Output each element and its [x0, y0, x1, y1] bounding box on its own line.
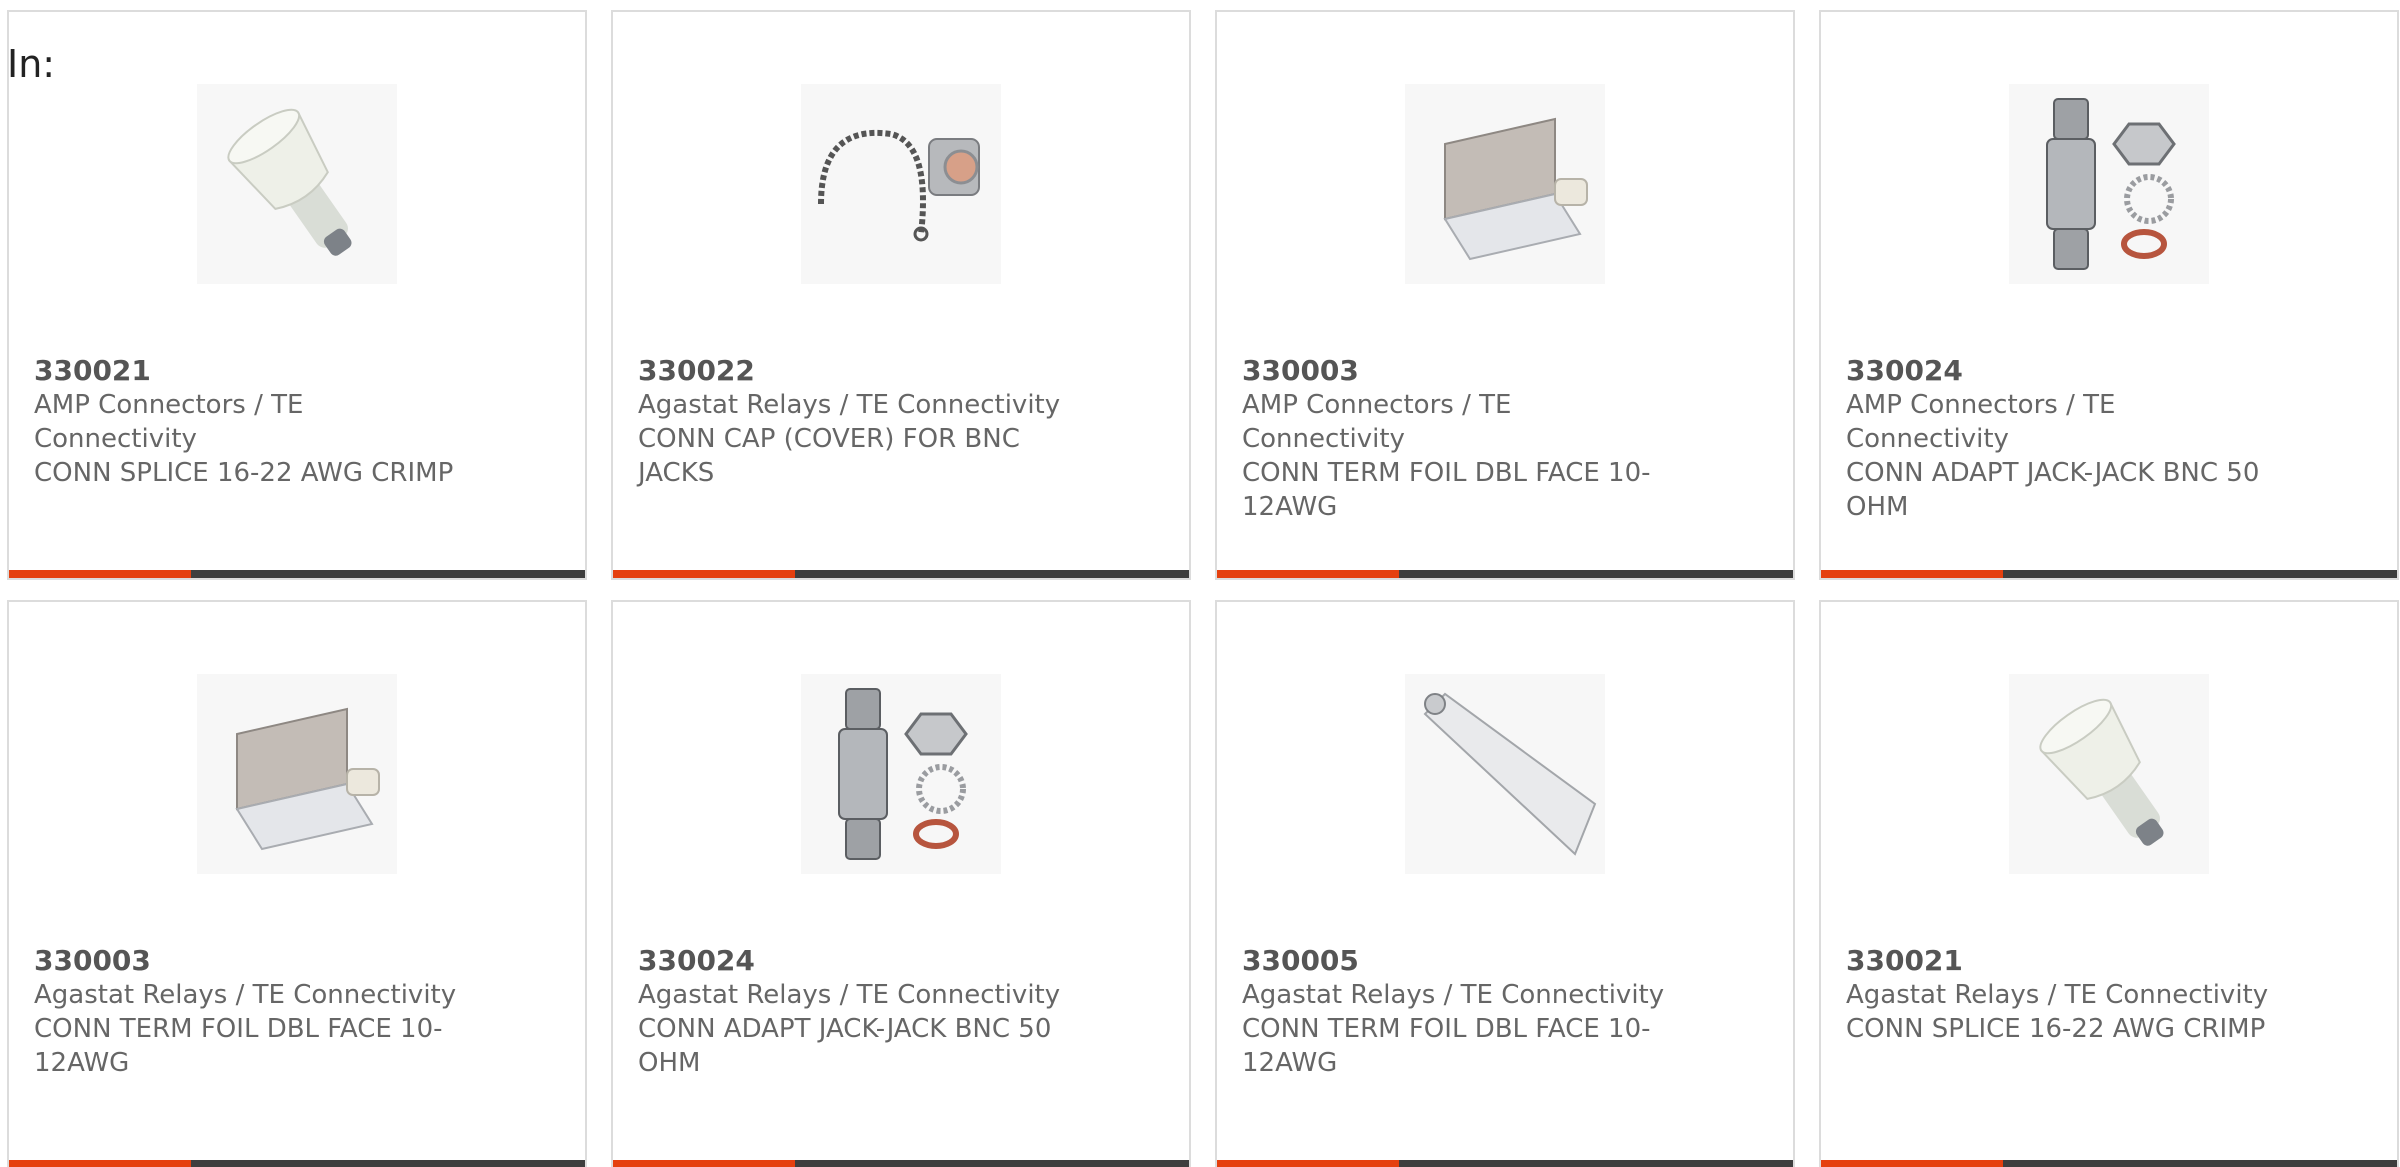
product-image[interactable] — [1405, 84, 1605, 284]
product-info: 330003 AMP Connectors / TE Connectivity … — [1242, 354, 1682, 524]
foil-terminal-icon — [197, 674, 397, 874]
product-info: 330003 Agastat Relays / TE Connectivity … — [34, 944, 474, 1080]
product-description: CONN TERM FOIL DBL FACE 10-12AWG — [1242, 1014, 1651, 1078]
product-info: 330024 AMP Connectors / TE Connectivity … — [1846, 354, 2286, 524]
splice-connector-icon — [2009, 674, 2209, 874]
brand-name: Agastat Relays / TE Connectivity — [638, 390, 1061, 420]
card-footer-bar — [1217, 1160, 1793, 1167]
product-description: CONN ADAPT JACK-JACK BNC 50 OHM — [638, 1014, 1052, 1078]
brand-name: Agastat Relays / TE Connectivity — [1242, 980, 1665, 1010]
part-number[interactable]: 330024 — [1846, 354, 2286, 388]
product-info: 330021 Agastat Relays / TE Connectivity … — [1846, 944, 2286, 1046]
product-description: CONN TERM FOIL DBL FACE 10-12AWG — [34, 1014, 443, 1078]
brand-name: Agastat Relays / TE Connectivity — [34, 980, 457, 1010]
product-image[interactable] — [801, 674, 1001, 874]
product-grid: 330021 AMP Connectors / TE Connectivity … — [7, 10, 2400, 1167]
bnc-adapter-icon — [801, 674, 1001, 874]
part-number[interactable]: 330021 — [34, 354, 474, 388]
product-image[interactable] — [801, 84, 1001, 284]
product-card[interactable]: 330021 AMP Connectors / TE Connectivity … — [7, 10, 587, 580]
card-accent-bar — [1821, 570, 2003, 578]
product-card[interactable]: 330022 Agastat Relays / TE Connectivity … — [611, 10, 1191, 580]
card-accent-bar — [1217, 570, 1399, 578]
brand-name: AMP Connectors / TE Connectivity — [34, 390, 304, 454]
part-number[interactable]: 330021 — [1846, 944, 2286, 978]
product-description: CONN CAP (COVER) FOR BNC JACKS — [638, 424, 1020, 488]
card-footer-bar — [9, 570, 585, 578]
product-card[interactable]: 330024 AMP Connectors / TE Connectivity … — [1819, 10, 2399, 580]
part-number[interactable]: 330003 — [34, 944, 474, 978]
card-accent-bar — [9, 570, 191, 578]
card-accent-bar — [1217, 1160, 1399, 1167]
product-card[interactable]: 330005 Agastat Relays / TE Connectivity … — [1215, 600, 1795, 1167]
card-footer-bar — [1217, 570, 1793, 578]
card-accent-bar — [613, 570, 795, 578]
product-listing-page: In: 330021 AMP Connectors / TE Connectiv… — [0, 0, 2400, 1167]
card-footer-bar — [9, 1160, 585, 1167]
bnc-adapter-icon — [2009, 84, 2209, 284]
product-description: CONN SPLICE 16-22 AWG CRIMP — [1846, 1014, 2266, 1044]
product-image[interactable] — [197, 84, 397, 284]
product-card[interactable]: 330021 Agastat Relays / TE Connectivity … — [1819, 600, 2399, 1167]
product-info: 330005 Agastat Relays / TE Connectivity … — [1242, 944, 1682, 1080]
part-number[interactable]: 330024 — [638, 944, 1078, 978]
card-footer-bar — [1821, 570, 2397, 578]
product-card[interactable]: 330003 AMP Connectors / TE Connectivity … — [1215, 10, 1795, 580]
product-description: CONN SPLICE 16-22 AWG CRIMP — [34, 458, 454, 488]
card-accent-bar — [1821, 1160, 2003, 1167]
product-info: 330022 Agastat Relays / TE Connectivity … — [638, 354, 1078, 490]
product-card[interactable]: 330024 Agastat Relays / TE Connectivity … — [611, 600, 1191, 1167]
product-info: 330024 Agastat Relays / TE Connectivity … — [638, 944, 1078, 1080]
product-image[interactable] — [2009, 84, 2209, 284]
card-footer-bar — [1821, 1160, 2397, 1167]
product-description: CONN ADAPT JACK-JACK BNC 50 OHM — [1846, 458, 2260, 522]
card-footer-bar — [613, 570, 1189, 578]
part-number[interactable]: 330022 — [638, 354, 1078, 388]
brand-name: Agastat Relays / TE Connectivity — [1846, 980, 2269, 1010]
product-info: 330021 AMP Connectors / TE Connectivity … — [34, 354, 474, 490]
product-image[interactable] — [197, 674, 397, 874]
foil-terminal-icon — [1405, 84, 1605, 284]
card-accent-bar — [613, 1160, 795, 1167]
product-description: CONN TERM FOIL DBL FACE 10-12AWG — [1242, 458, 1651, 522]
foil-strip-icon — [1405, 674, 1605, 874]
brand-name: AMP Connectors / TE Connectivity — [1242, 390, 1512, 454]
part-number[interactable]: 330003 — [1242, 354, 1682, 388]
card-footer-bar — [613, 1160, 1189, 1167]
product-image[interactable] — [1405, 674, 1605, 874]
splice-connector-icon — [197, 84, 397, 284]
bnc-cap-chain-icon — [801, 84, 1001, 284]
product-image[interactable] — [2009, 674, 2209, 874]
brand-name: AMP Connectors / TE Connectivity — [1846, 390, 2116, 454]
brand-name: Agastat Relays / TE Connectivity — [638, 980, 1061, 1010]
part-number[interactable]: 330005 — [1242, 944, 1682, 978]
filter-label: In: — [7, 42, 56, 86]
product-card[interactable]: 330003 Agastat Relays / TE Connectivity … — [7, 600, 587, 1167]
card-accent-bar — [9, 1160, 191, 1167]
